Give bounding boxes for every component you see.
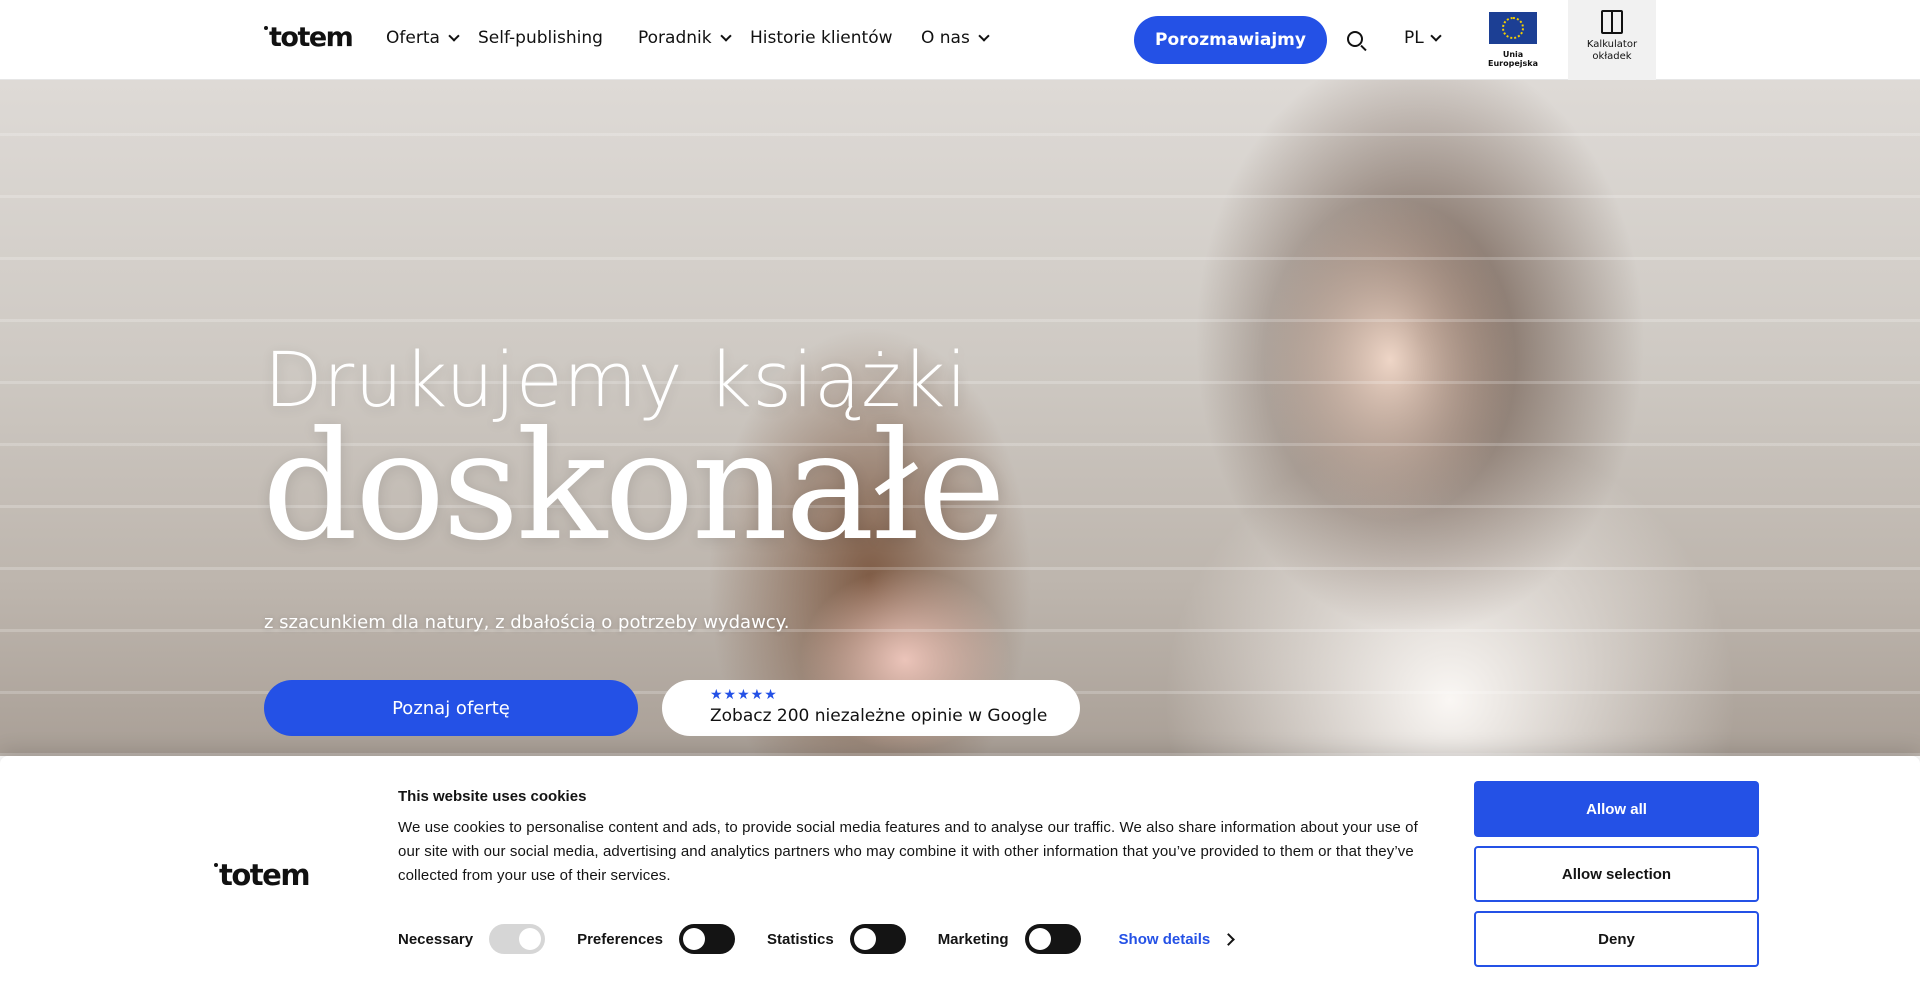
cover-calculator-label-line1: Kalkulator xyxy=(1586,39,1638,50)
nav-oferta-label: Oferta xyxy=(386,28,440,48)
nav-historie-klientow[interactable]: Historie klientów xyxy=(750,28,893,48)
logo-dot xyxy=(264,26,268,30)
eu-badge[interactable]: Unia Europejska xyxy=(1480,12,1546,68)
nav-historie-klientow-label: Historie klientów xyxy=(750,28,893,48)
consent-toggles: Necessary Preferences Statistics Marketi… xyxy=(398,924,1236,954)
nav-self-publishing-label: Self-publishing xyxy=(478,28,603,48)
cover-calculator-label: Kalkulator okładek xyxy=(1587,39,1637,63)
toggle-marketing[interactable] xyxy=(1024,924,1081,954)
chevron-down-icon xyxy=(978,29,990,42)
toggle-statistics[interactable] xyxy=(849,924,906,954)
chevron-down-icon xyxy=(719,29,732,42)
stars-icon: ★★★★★ xyxy=(710,687,778,703)
site-header: totem Oferta Self-publishing Poradnik Hi… xyxy=(0,0,1920,80)
cover-calculator-button[interactable]: Kalkulator okładek xyxy=(1568,0,1656,80)
toggle-label-marketing: Marketing xyxy=(937,930,1009,948)
toggle-label-statistics: Statistics xyxy=(766,930,834,948)
totem-logo[interactable]: totem xyxy=(264,22,354,53)
hero-subtitle: z szacunkiem dla natury, z dbałością o p… xyxy=(264,612,790,633)
eu-flag-icon xyxy=(1489,12,1537,44)
hero-section: Drukujemy książki doskonałe z szacunkiem… xyxy=(0,80,1920,756)
cookie-logo-text: totem xyxy=(219,858,311,892)
cookie-banner-logo: totem xyxy=(214,858,311,892)
deny-button[interactable]: Deny xyxy=(1474,911,1759,967)
show-details-label: Show details xyxy=(1118,930,1211,948)
nav-o-nas-label: O nas xyxy=(921,28,970,48)
chevron-down-icon xyxy=(448,29,460,42)
hero-title-emphasis: doskonałe xyxy=(262,400,1006,574)
toggle-preferences[interactable] xyxy=(678,924,735,954)
cookie-title: This website uses cookies xyxy=(398,788,587,805)
language-selector[interactable]: PL xyxy=(1404,28,1442,48)
chevron-right-icon xyxy=(1222,932,1236,946)
book-icon xyxy=(1601,10,1623,34)
eu-label: Unia Europejska xyxy=(1488,50,1538,68)
allow-selection-button[interactable]: Allow selection xyxy=(1474,846,1759,902)
search-icon[interactable] xyxy=(1347,31,1363,47)
poznaj-oferte-button[interactable]: Poznaj ofertę xyxy=(264,680,638,736)
nav-poradnik[interactable]: Poradnik xyxy=(638,28,732,48)
show-details-link[interactable]: Show details xyxy=(1118,930,1236,948)
toggle-necessary xyxy=(489,924,546,954)
toggle-label-necessary: Necessary xyxy=(398,930,474,948)
logo-dot xyxy=(214,863,218,867)
nav-o-nas[interactable]: O nas xyxy=(921,28,990,48)
nav-poradnik-label: Poradnik xyxy=(638,28,712,48)
toggle-label-preferences: Preferences xyxy=(577,930,663,948)
google-reviews-button[interactable]: ★★★★★ Zobacz 200 niezależne opinie w Goo… xyxy=(662,680,1080,736)
language-label: PL xyxy=(1404,28,1424,48)
google-reviews-label: Zobacz 200 niezależne opinie w Google xyxy=(710,706,1048,726)
nav-self-publishing[interactable]: Self-publishing xyxy=(478,28,603,48)
nav-oferta[interactable]: Oferta xyxy=(386,28,460,48)
allow-all-button[interactable]: Allow all xyxy=(1474,781,1759,837)
cookie-banner: totem This website uses cookies We use c… xyxy=(0,756,1920,993)
cover-calculator-label-line2: okładek xyxy=(1592,51,1632,62)
logo-text: totem xyxy=(269,22,354,53)
porozmawiajmy-button[interactable]: Porozmawiajmy xyxy=(1134,16,1327,64)
cookie-description: We use cookies to personalise content an… xyxy=(398,819,1418,884)
chevron-down-icon xyxy=(1430,29,1442,42)
